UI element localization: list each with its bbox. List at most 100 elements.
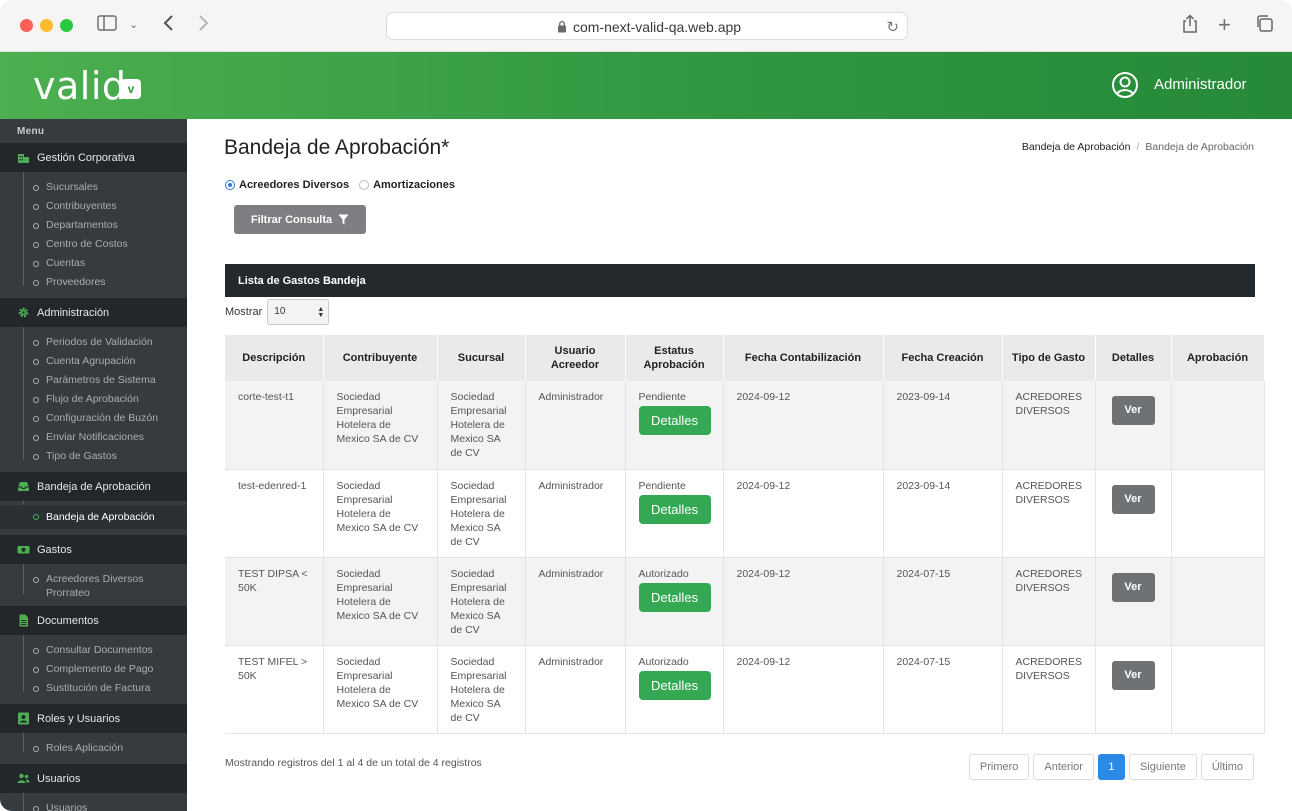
tab-overview-icon[interactable] xyxy=(1255,14,1274,38)
cell-usuario: Administrador xyxy=(525,381,626,470)
radio-amortizaciones[interactable] xyxy=(359,180,370,190)
page-size-value: 10 xyxy=(274,306,286,317)
page-size-select[interactable]: 10 ▲ ▼ xyxy=(267,299,330,325)
id-card-icon xyxy=(18,712,29,725)
sidebar-section-administracion[interactable]: Administración xyxy=(0,298,187,327)
sidebar-item-configuracion-buzon[interactable]: Configuración de Buzón xyxy=(0,409,187,428)
sidebar-item-bandeja-aprobacion[interactable]: Bandeja de Aprobación xyxy=(0,505,187,529)
table-row: corte-test-t1 Sociedad Empresarial Hotel… xyxy=(225,381,1265,470)
pagination: Primero Anterior 1 Siguiente Último xyxy=(965,754,1254,780)
forward-arrow-icon[interactable] xyxy=(198,14,210,37)
sidebar-item-sustitucion-factura[interactable]: Sustitución de Factura xyxy=(0,679,187,698)
cell-contribuyente: Sociedad Empresarial Hotelera de Mexico … xyxy=(323,469,438,558)
maximize-window-button[interactable] xyxy=(60,19,73,32)
column-header[interactable]: Estatus Aprobación xyxy=(625,335,724,381)
reload-icon[interactable]: ↻ xyxy=(886,18,899,36)
sidebar-item-enviar-notificaciones[interactable]: Enviar Notificaciones xyxy=(0,428,187,447)
money-icon xyxy=(17,546,30,554)
cell-detalles: Ver xyxy=(1095,381,1172,470)
sidebar-item-cuentas[interactable]: Cuentas xyxy=(0,254,187,273)
radio-label[interactable]: Amortizaciones xyxy=(373,179,455,191)
new-tab-icon[interactable]: + xyxy=(1218,14,1231,36)
sidebar-item-sucursales[interactable]: Sucursales xyxy=(0,178,187,197)
sidebar: Menu Gestión Corporativa Sucursales Cont… xyxy=(0,119,187,811)
cell-fecha-creacion: 2024-07-15 xyxy=(883,557,1003,646)
detalles-button[interactable]: Detalles xyxy=(638,406,711,435)
user-name[interactable]: Administrador xyxy=(1154,76,1247,93)
sidebar-item-centro-costos[interactable]: Centro de Costos xyxy=(0,235,187,254)
cell-estatus: Pendiente Detalles xyxy=(625,469,724,558)
ver-button[interactable]: Ver xyxy=(1111,572,1155,602)
app-header: valid v Administrador xyxy=(0,52,1292,119)
back-arrow-icon[interactable] xyxy=(162,14,174,37)
sidebar-section-gastos[interactable]: Gastos xyxy=(0,535,187,564)
address-bar[interactable]: com-next-valid-qa.web.app ↻ xyxy=(386,12,908,40)
column-header[interactable]: Fecha Creación xyxy=(883,335,1003,381)
user-avatar-icon[interactable] xyxy=(1111,71,1139,99)
detalles-button[interactable]: Detalles xyxy=(638,582,711,612)
pagination-page[interactable]: 1 xyxy=(1097,754,1125,780)
breadcrumb-link[interactable]: Bandeja de Aprobación xyxy=(1022,141,1131,153)
app-logo[interactable]: valid xyxy=(33,64,127,108)
column-header[interactable]: Usuario Acreedor xyxy=(525,335,626,381)
cell-contribuyente: Sociedad Empresarial Hotelera de Mexico … xyxy=(323,645,438,734)
column-header[interactable]: Detalles xyxy=(1095,335,1172,381)
column-header[interactable]: Sucursal xyxy=(437,335,526,381)
column-header[interactable]: Contribuyente xyxy=(323,335,438,381)
radio-acreedores-diversos[interactable] xyxy=(225,180,235,190)
sidebar-sublist-documentos: Consultar Documentos Complemento de Pago… xyxy=(0,635,187,704)
radio-label[interactable]: Acreedores Diversos xyxy=(239,179,349,191)
gear-icon xyxy=(18,307,29,318)
sidebar-item-periodos-validacion[interactable]: Periodos de Validación xyxy=(0,333,187,352)
detalles-button[interactable]: Detalles xyxy=(638,494,711,524)
ver-button[interactable]: Ver xyxy=(1111,484,1155,514)
ver-button[interactable]: Ver xyxy=(1111,660,1155,690)
pagination-prev[interactable]: Anterior xyxy=(1033,754,1094,780)
cell-sucursal: Sociedad Empresarial Hotelera de Mexico … xyxy=(437,645,526,734)
sidebar-item-complemento-pago[interactable]: Complemento de Pago xyxy=(0,660,187,679)
cell-fecha-contabilizacion: 2024-09-12 xyxy=(723,381,884,470)
pagination-next[interactable]: Siguiente xyxy=(1128,754,1197,780)
pagination-last[interactable]: Último xyxy=(1200,754,1254,780)
sidebar-section-gestion-corporativa[interactable]: Gestión Corporativa xyxy=(0,143,187,172)
sidebar-toggle-icon[interactable] xyxy=(97,14,117,37)
status-text: Autorizado xyxy=(638,567,689,580)
close-window-button[interactable] xyxy=(20,19,33,32)
cell-tipo-gasto: ACREDORES DIVERSOS xyxy=(1002,557,1096,646)
status-text: Pendiente xyxy=(638,391,686,403)
table-header-row: Descripción Contribuyente Sucursal Usuar… xyxy=(225,335,1265,381)
sidebar-sublist-bandeja: Bandeja de Aprobación xyxy=(0,501,187,535)
sidebar-item-acreedores-prorrateo[interactable]: Acreedores Diversos Prorrateo xyxy=(0,570,187,600)
cell-descripcion: TEST DIPSA < 50K xyxy=(225,557,324,646)
sidebar-item-proveedores[interactable]: Proveedores xyxy=(0,273,187,292)
sidebar-section-label: Roles y Usuarios xyxy=(37,712,121,725)
sidebar-item-usuarios[interactable]: Usuarios xyxy=(0,799,187,811)
sidebar-item-parametros-sistema[interactable]: Parámetros de Sistema xyxy=(0,371,187,390)
minimize-window-button[interactable] xyxy=(40,19,53,32)
sidebar-item-tipo-gastos[interactable]: Tipo de Gastos xyxy=(0,447,187,466)
sidebar-section-usuarios[interactable]: Usuarios xyxy=(0,764,187,793)
pagination-first[interactable]: Primero xyxy=(968,754,1030,780)
detalles-button[interactable]: Detalles xyxy=(638,670,711,700)
column-header[interactable]: Aprobación xyxy=(1171,335,1265,381)
cell-tipo-gasto: ACREDORES DIVERSOS xyxy=(1002,645,1096,734)
ver-button[interactable]: Ver xyxy=(1111,396,1155,425)
chevron-down-icon[interactable]: ⌄ xyxy=(129,14,138,36)
column-header[interactable]: Descripción xyxy=(225,335,324,381)
sidebar-section-bandeja-aprobacion[interactable]: Bandeja de Aprobación xyxy=(0,472,187,501)
column-header[interactable]: Fecha Contabilización xyxy=(723,335,884,381)
sidebar-item-roles-aplicacion[interactable]: Roles Aplicación xyxy=(0,739,187,758)
filter-button-label: Filtrar Consulta xyxy=(250,213,333,226)
share-icon[interactable] xyxy=(1181,14,1199,39)
sidebar-item-departamentos[interactable]: Departamentos xyxy=(0,216,187,235)
filter-button[interactable]: Filtrar Consulta xyxy=(234,205,366,234)
sidebar-item-cuenta-agrupacion[interactable]: Cuenta Agrupación xyxy=(0,352,187,371)
sidebar-item-contribuyentes[interactable]: Contribuyentes xyxy=(0,197,187,216)
column-header[interactable]: Tipo de Gasto xyxy=(1002,335,1096,381)
sidebar-section-documentos[interactable]: Documentos xyxy=(0,606,187,635)
sidebar-item-consultar-documentos[interactable]: Consultar Documentos xyxy=(0,641,187,660)
menu-label: Menu xyxy=(17,126,45,137)
cell-sucursal: Sociedad Empresarial Hotelera de Mexico … xyxy=(437,469,526,558)
sidebar-section-roles-usuarios[interactable]: Roles y Usuarios xyxy=(0,704,187,733)
sidebar-item-flujo-aprobacion[interactable]: Flujo de Aprobación xyxy=(0,390,187,409)
